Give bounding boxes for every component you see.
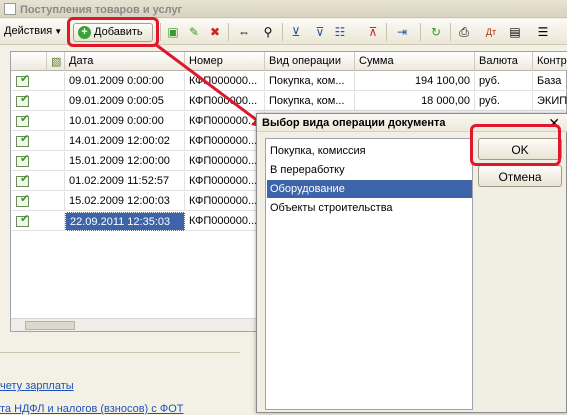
list-item-selected[interactable]: Оборудование xyxy=(267,180,472,198)
debit-credit-icon[interactable]: Дт xyxy=(483,24,499,40)
posted-document-icon xyxy=(16,212,29,227)
column-header[interactable]: Контр xyxy=(533,52,567,71)
number-cell: КФП000000... xyxy=(185,212,265,231)
column-header[interactable]: Валюта xyxy=(475,52,533,71)
list-item[interactable]: Покупка, комиссия xyxy=(267,142,472,160)
number-cell: КФП000000... xyxy=(185,112,265,131)
cancel-button[interactable]: Отмена xyxy=(478,165,562,187)
posted-icon-cell xyxy=(11,112,65,131)
window-title: Поступления товаров и услуг xyxy=(20,4,183,16)
ok-button-highlight xyxy=(470,124,561,166)
posted-icon-cell xyxy=(11,212,65,231)
open-icon[interactable]: ⇥ xyxy=(394,24,410,40)
posted-document-icon xyxy=(16,172,29,187)
actions-label: Действия xyxy=(4,25,53,37)
delete-icon[interactable]: ✖ xyxy=(207,24,223,40)
sum-cell: 18 000,00 xyxy=(355,92,475,111)
separator xyxy=(160,23,161,41)
operation-type-list: Покупка, комиссия В переработку Оборудов… xyxy=(265,138,473,410)
currency-cell: руб. xyxy=(475,72,533,91)
date-cell: 15.01.2009 12:00:00 xyxy=(65,152,185,171)
date-cell: 14.01.2009 12:00:02 xyxy=(65,132,185,151)
currency-cell: руб. xyxy=(475,92,533,111)
search-icon[interactable]: ⚲ xyxy=(260,24,276,40)
separator xyxy=(450,23,451,41)
column-header[interactable]: Номер xyxy=(185,52,265,71)
report-icon[interactable]: ▤ xyxy=(507,24,523,40)
number-cell: КФП000000... xyxy=(185,132,265,151)
list-item[interactable]: Объекты строительства xyxy=(267,199,472,217)
goto-icon[interactable]: ⇔ xyxy=(236,24,252,40)
posted-document-icon xyxy=(16,112,29,127)
column-header[interactable]: Дата xyxy=(65,52,185,71)
operation-cell: Покупка, ком... xyxy=(265,92,355,111)
structure-icon[interactable]: ☰ xyxy=(535,24,551,40)
number-cell: КФП000000... xyxy=(185,192,265,211)
number-cell: КФП000000... xyxy=(185,172,265,191)
table-row[interactable]: 09.01.2009 0:00:05 КФП000000... Покупка,… xyxy=(11,92,567,111)
filter-list-icon[interactable]: ⊽ xyxy=(312,24,328,40)
bottom-panel: чету зарплаты та НДФЛ и налогов (взносов… xyxy=(0,352,240,415)
date-cell: 15.02.2009 12:00:03 xyxy=(65,192,185,211)
table-header: ▧ Дата Номер Вид операции Сумма Валюта К… xyxy=(11,52,567,71)
window-title-bar: Поступления товаров и услуг xyxy=(0,0,567,18)
separator xyxy=(420,23,421,41)
document-icon xyxy=(4,3,16,15)
payroll-link[interactable]: чету зарплаты xyxy=(0,380,74,392)
contractor-cell: ЭКИП xyxy=(533,92,567,111)
posted-icon-cell xyxy=(11,152,65,171)
separator xyxy=(386,23,387,41)
separator xyxy=(282,23,283,41)
posted-icon-cell xyxy=(11,192,65,211)
posted-document-icon xyxy=(16,152,29,167)
date-cell: 09.01.2009 0:00:00 xyxy=(65,72,185,91)
date-cell-selected: 22.09.2011 12:35:03 xyxy=(65,212,185,231)
posted-document-icon xyxy=(16,72,29,87)
scrollbar-thumb[interactable] xyxy=(25,321,75,330)
actions-menu[interactable]: Действия ▼ xyxy=(4,25,62,37)
attachment-icon: ▧ xyxy=(51,56,62,68)
posted-document-icon xyxy=(16,192,29,207)
posted-icon-cell xyxy=(11,92,65,111)
table-row[interactable]: 09.01.2009 0:00:00 КФП000000... Покупка,… xyxy=(11,72,567,91)
number-cell: КФП000000... xyxy=(185,152,265,171)
filter-icon[interactable]: ⊻ xyxy=(288,24,304,40)
column-header[interactable]: Вид операции xyxy=(265,52,355,71)
number-cell: КФП000000... xyxy=(185,72,265,91)
posted-icon-cell xyxy=(11,132,65,151)
contractor-cell: База xyxy=(533,72,567,91)
posted-document-icon xyxy=(16,92,29,107)
header-icon-col xyxy=(11,52,47,71)
date-cell: 09.01.2009 0:00:05 xyxy=(65,92,185,111)
separator xyxy=(228,23,229,41)
column-header[interactable]: Сумма xyxy=(355,52,475,71)
header-attachment-col: ▧ xyxy=(47,52,65,71)
dialog-title: Выбор вида операции документа xyxy=(262,117,446,129)
ndfl-link[interactable]: та НДФЛ и налогов (взносов) с ФОТ xyxy=(0,403,183,415)
date-cell: 01.02.2009 11:52:57 xyxy=(65,172,185,191)
date-cell: 10.01.2009 0:00:00 xyxy=(65,112,185,131)
clear-filter-icon[interactable]: ⊼ xyxy=(365,24,381,40)
dropdown-arrow-icon: ▼ xyxy=(54,27,63,36)
sum-cell: 194 100,00 xyxy=(355,72,475,91)
add-button-highlight xyxy=(67,17,159,47)
edit-icon[interactable]: ✎ xyxy=(186,24,202,40)
add-copy-icon[interactable]: ▣ xyxy=(165,24,181,40)
list-item[interactable]: В переработку xyxy=(267,161,472,179)
posted-icon-cell xyxy=(11,172,65,191)
operation-cell: Покупка, ком... xyxy=(265,72,355,91)
sort-icon[interactable]: ☷ xyxy=(332,24,348,40)
print-icon[interactable]: ⎙ xyxy=(456,24,472,40)
posted-icon-cell xyxy=(11,72,65,91)
refresh-icon[interactable]: ↻ xyxy=(428,24,444,40)
posted-document-icon xyxy=(16,132,29,147)
number-cell: КФП000000... xyxy=(185,92,265,111)
